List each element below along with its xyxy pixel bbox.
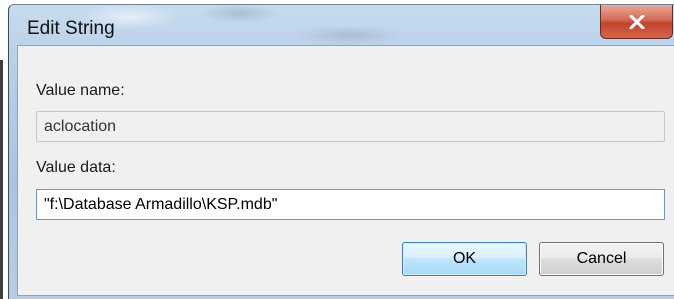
close-icon <box>629 14 645 29</box>
value-data-label: Value data: <box>36 159 116 176</box>
value-data-input[interactable]: "f:\Database Armadillo\KSP.mdb" <box>36 189 665 220</box>
value-name-label: Value name: <box>36 82 125 99</box>
ok-button[interactable]: OK <box>402 242 527 276</box>
cancel-button[interactable]: Cancel <box>539 242 664 276</box>
dialog-body: Value name: aclocation Value data: "f:\D… <box>17 45 674 296</box>
dialog-title: Edit String <box>27 18 115 39</box>
close-button[interactable] <box>600 5 673 39</box>
background-window-edge <box>0 60 3 299</box>
edit-string-dialog: Edit String Value name: aclocation Value… <box>8 4 674 299</box>
value-name-field: aclocation <box>36 111 665 142</box>
